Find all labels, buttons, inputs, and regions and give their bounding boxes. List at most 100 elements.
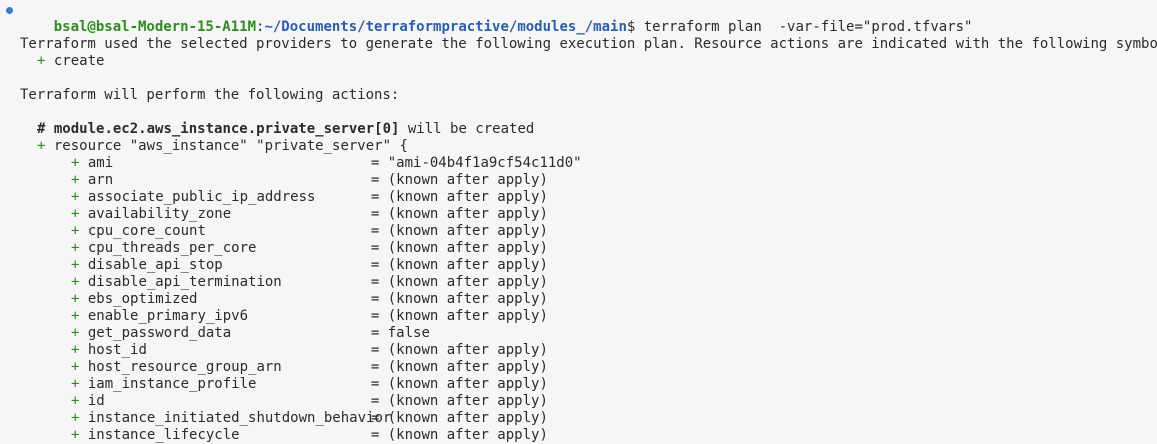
- prompt-user-host: bsal@bsal-Modern-15-A11M: [53, 19, 257, 35]
- attribute-value: (known after apply): [387, 240, 548, 256]
- attribute-row: + instance_lifecycle = (known after apply…: [0, 427, 1157, 444]
- terminal-window[interactable]: bsal@bsal-Modern-15-A11M:~/Documents/ter…: [0, 0, 1157, 444]
- attribute-plus-symbol: +: [71, 155, 80, 171]
- attribute-equals: =: [370, 342, 388, 358]
- attribute-value: (known after apply): [387, 189, 548, 205]
- attribute-row: + cpu_core_count = (known after apply): [0, 223, 1157, 240]
- comment-hash: #: [37, 121, 46, 137]
- attribute-name: associate_public_ip_address: [87, 189, 316, 205]
- command-marker-icon: [6, 7, 13, 14]
- resource-plus-symbol: +: [37, 138, 46, 154]
- attribute-name: availability_zone: [87, 206, 232, 222]
- attribute-row: + enable_primary_ipv6 = (known after appl…: [0, 308, 1157, 325]
- attribute-equals: =: [370, 359, 388, 375]
- attribute-equals: =: [370, 155, 388, 171]
- resource-status: will be created: [399, 121, 535, 137]
- attribute-name: host_resource_group_arn: [87, 359, 282, 375]
- attribute-equals: =: [370, 308, 388, 324]
- resource-address: module.ec2.aws_instance.private_server[0…: [53, 121, 400, 137]
- attribute-row: + iam_instance_profile = (known after app…: [0, 376, 1157, 393]
- attribute-value: (known after apply): [387, 274, 548, 290]
- attribute-value: (known after apply): [387, 393, 548, 409]
- attribute-row: + disable_api_stop = (known after apply): [0, 257, 1157, 274]
- attribute-plus-symbol: +: [71, 240, 80, 256]
- attribute-row: + cpu_threads_per_core = (known after app…: [0, 240, 1157, 257]
- attribute-equals: =: [370, 274, 388, 290]
- attribute-plus-symbol: +: [71, 257, 80, 273]
- attribute-row: + host_id = (known after apply): [0, 342, 1157, 359]
- attribute-plus-symbol: +: [71, 427, 80, 443]
- prompt-line: bsal@bsal-Modern-15-A11M:~/Documents/ter…: [0, 2, 1157, 35]
- attribute-equals: =: [370, 189, 388, 205]
- attribute-name: iam_instance_profile: [87, 376, 257, 392]
- legend-create-line: + create: [0, 53, 1157, 70]
- attribute-equals: =: [370, 393, 388, 409]
- attribute-plus-symbol: +: [71, 342, 80, 358]
- resource-declaration: resource "aws_instance" "private_server"…: [53, 138, 408, 154]
- attribute-name: arn: [87, 172, 114, 188]
- create-label: create: [53, 53, 105, 69]
- attribute-name: instance_initiated_shutdown_behavior: [87, 410, 392, 426]
- attribute-value: (known after apply): [387, 342, 548, 358]
- attribute-row: + id = (known after apply): [0, 393, 1157, 410]
- attribute-plus-symbol: +: [71, 223, 80, 239]
- attribute-plus-symbol: +: [71, 410, 80, 426]
- attribute-plus-symbol: +: [71, 172, 80, 188]
- attribute-equals: =: [370, 427, 388, 443]
- attribute-value: (known after apply): [387, 308, 548, 324]
- attribute-plus-symbol: +: [71, 359, 80, 375]
- attribute-plus-symbol: +: [71, 291, 80, 307]
- attribute-equals: =: [370, 291, 388, 307]
- attribute-plus-symbol: +: [71, 325, 80, 341]
- attribute-plus-symbol: +: [71, 308, 80, 324]
- attribute-plus-symbol: +: [71, 206, 80, 222]
- attribute-value: (known after apply): [387, 223, 548, 239]
- attribute-name: cpu_threads_per_core: [87, 240, 257, 256]
- attribute-value: (known after apply): [387, 376, 548, 392]
- attribute-value: (known after apply): [387, 206, 548, 222]
- attribute-name: instance_lifecycle: [87, 427, 240, 443]
- attribute-name: cpu_core_count: [87, 223, 206, 239]
- attribute-plus-symbol: +: [71, 274, 80, 290]
- actions-heading: Terraform will perform the following act…: [20, 87, 400, 103]
- intro-line: Terraform used the selected providers to…: [20, 36, 1157, 52]
- attribute-equals: =: [370, 410, 388, 426]
- attribute-name: enable_primary_ipv6: [87, 308, 249, 324]
- attribute-row: + availability_zone = (known after apply): [0, 206, 1157, 223]
- attribute-row: + ebs_optimized = (known after apply): [0, 291, 1157, 308]
- attribute-plus-symbol: +: [71, 189, 80, 205]
- attribute-name: disable_api_termination: [87, 274, 282, 290]
- attribute-value: (known after apply): [387, 427, 548, 443]
- attribute-name: ebs_optimized: [87, 291, 198, 307]
- attribute-name: id: [87, 393, 105, 409]
- attribute-row: + host_resource_group_arn = (known after …: [0, 359, 1157, 376]
- resource-declaration-line: + resource "aws_instance" "private_serve…: [0, 138, 1157, 155]
- attribute-value: "ami-04b4f1a9cf54c11d0": [387, 155, 582, 171]
- attribute-value: (known after apply): [387, 291, 548, 307]
- attribute-row: + get_password_data = false: [0, 325, 1157, 342]
- attribute-name: ami: [87, 155, 114, 171]
- create-symbol: +: [37, 53, 46, 69]
- attribute-row: + arn = (known after apply): [0, 172, 1157, 189]
- attribute-equals: =: [370, 223, 388, 239]
- attribute-row: + disable_api_termination = (known after …: [0, 274, 1157, 291]
- attribute-plus-symbol: +: [71, 376, 80, 392]
- attribute-row: + ami = "ami-04b4f1a9cf54c11d0": [0, 155, 1157, 172]
- attribute-row: + instance_initiated_shutdown_behavior= …: [0, 410, 1157, 427]
- attribute-equals: =: [370, 240, 388, 256]
- attribute-value: false: [387, 325, 430, 341]
- prompt-command: terraform plan -var-file="prod.tfvars": [635, 19, 973, 35]
- attribute-equals: =: [370, 206, 388, 222]
- attribute-value: (known after apply): [387, 359, 548, 375]
- attribute-equals: =: [370, 172, 388, 188]
- attribute-equals: =: [370, 325, 388, 341]
- resource-comment-line: # module.ec2.aws_instance.private_server…: [0, 121, 1157, 138]
- attribute-name: get_password_data: [87, 325, 232, 341]
- attribute-name: disable_api_stop: [87, 257, 223, 273]
- attribute-equals: =: [370, 257, 388, 273]
- attribute-value: (known after apply): [387, 172, 548, 188]
- attribute-equals: =: [370, 376, 388, 392]
- attribute-value: (known after apply): [387, 410, 548, 426]
